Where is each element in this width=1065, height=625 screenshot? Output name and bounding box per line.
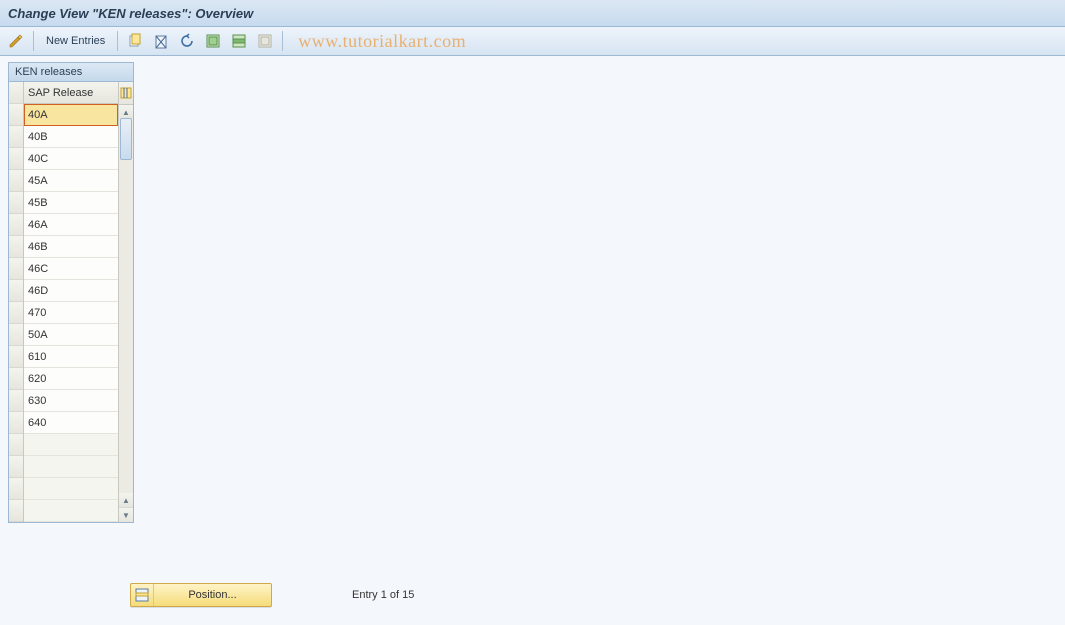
- row-marker[interactable]: [9, 258, 23, 280]
- table-cell[interactable]: 630: [24, 390, 118, 412]
- table-cell[interactable]: 46A: [24, 214, 118, 236]
- table-cell-empty[interactable]: [24, 434, 118, 456]
- undo-change-icon[interactable]: [175, 29, 199, 53]
- select-all-icon[interactable]: [201, 29, 225, 53]
- table-cell[interactable]: 46D: [24, 280, 118, 302]
- table-cell[interactable]: 46B: [24, 236, 118, 258]
- row-marker[interactable]: [9, 434, 23, 456]
- window-title-bar: Change View "KEN releases": Overview: [0, 0, 1065, 27]
- delete-icon[interactable]: [149, 29, 173, 53]
- ken-releases-panel: KEN releases SAP Release 40A40B40C45A45B…: [8, 62, 134, 523]
- table-cell[interactable]: 640: [24, 412, 118, 434]
- row-marker[interactable]: [9, 104, 23, 126]
- table-cell[interactable]: 50A: [24, 324, 118, 346]
- column-header-label: SAP Release: [28, 87, 93, 99]
- entry-count-text: Entry 1 of 15: [352, 589, 414, 601]
- row-marker[interactable]: [9, 192, 23, 214]
- panel-body: SAP Release 40A40B40C45A45B46A46B46C46D4…: [9, 82, 133, 522]
- row-marker-column: [9, 82, 24, 522]
- toolbar-separator: [117, 31, 118, 51]
- table-cell-empty[interactable]: [24, 478, 118, 500]
- row-marker[interactable]: [9, 500, 23, 522]
- row-marker[interactable]: [9, 214, 23, 236]
- vertical-scrollbar[interactable]: ▲ ▲ ▼: [118, 82, 133, 522]
- table-cell-empty[interactable]: [24, 456, 118, 478]
- row-marker[interactable]: [9, 346, 23, 368]
- scroll-track[interactable]: [119, 118, 133, 494]
- position-button[interactable]: Position...: [130, 583, 272, 607]
- position-label: Position...: [154, 589, 271, 601]
- toolbar-separator: [33, 31, 34, 51]
- page-title: Change View "KEN releases": Overview: [8, 6, 253, 21]
- footer-row: Position... Entry 1 of 15: [130, 583, 414, 607]
- row-marker[interactable]: [9, 478, 23, 500]
- scroll-thumb[interactable]: [120, 118, 132, 160]
- copy-as-icon[interactable]: [123, 29, 147, 53]
- table-cell[interactable]: 46C: [24, 258, 118, 280]
- table-cell[interactable]: 610: [24, 346, 118, 368]
- toolbar-separator: [282, 31, 283, 51]
- change-mode-icon[interactable]: [4, 29, 28, 53]
- table-cell-empty[interactable]: [24, 500, 118, 522]
- row-marker[interactable]: [9, 280, 23, 302]
- position-icon: [131, 584, 154, 606]
- row-marker[interactable]: [9, 324, 23, 346]
- column-header-sap-release[interactable]: SAP Release: [24, 82, 118, 104]
- table-cell[interactable]: 470: [24, 302, 118, 324]
- table-cell[interactable]: 45A: [24, 170, 118, 192]
- corner-cell[interactable]: [9, 82, 23, 104]
- row-marker[interactable]: [9, 126, 23, 148]
- table-cell[interactable]: 620: [24, 368, 118, 390]
- toolbar: New Entries www.tutorialkart.com: [0, 27, 1065, 56]
- deselect-all-icon[interactable]: [253, 29, 277, 53]
- new-entries-label: New Entries: [46, 35, 105, 47]
- table-cell[interactable]: 45B: [24, 192, 118, 214]
- page-up-icon[interactable]: ▲: [119, 493, 133, 508]
- content-area: KEN releases SAP Release 40A40B40C45A45B…: [0, 56, 1065, 625]
- scroll-down-icon[interactable]: ▼: [119, 508, 133, 522]
- row-marker[interactable]: [9, 368, 23, 390]
- row-marker[interactable]: [9, 456, 23, 478]
- new-entries-button[interactable]: New Entries: [39, 29, 112, 53]
- configure-columns-icon[interactable]: [119, 82, 133, 105]
- row-marker[interactable]: [9, 170, 23, 192]
- row-marker[interactable]: [9, 236, 23, 258]
- panel-title: KEN releases: [9, 63, 133, 82]
- table-cell[interactable]: 40B: [24, 126, 118, 148]
- row-marker[interactable]: [9, 302, 23, 324]
- row-marker[interactable]: [9, 390, 23, 412]
- row-marker[interactable]: [9, 412, 23, 434]
- table-cell[interactable]: 40A: [24, 104, 118, 126]
- table-cell[interactable]: 40C: [24, 148, 118, 170]
- row-marker[interactable]: [9, 148, 23, 170]
- table-area: SAP Release 40A40B40C45A45B46A46B46C46D4…: [24, 82, 118, 522]
- watermark-text: www.tutorialkart.com: [298, 31, 466, 52]
- select-block-icon[interactable]: [227, 29, 251, 53]
